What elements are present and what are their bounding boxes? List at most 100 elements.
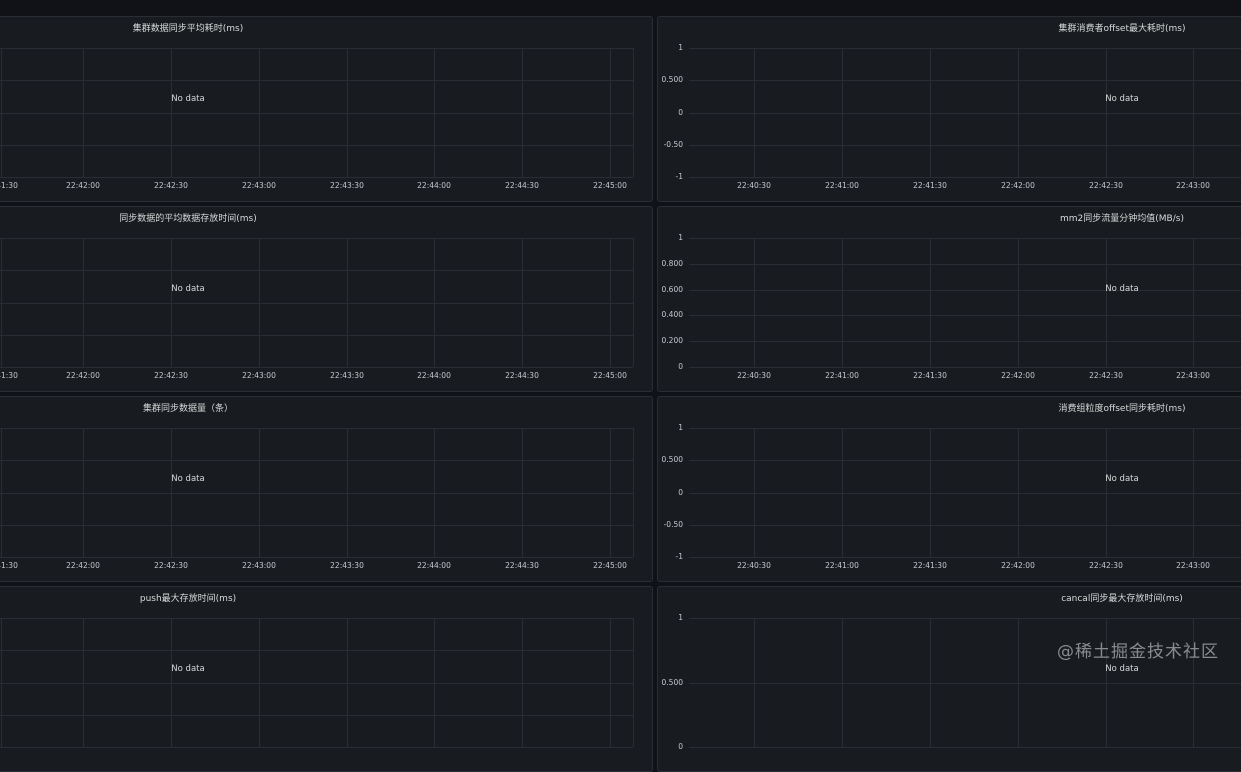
x-axis-tick-label: 22:41:30 (0, 371, 18, 380)
grid-line-horizontal (0, 715, 633, 716)
x-axis-tick-label: 22:41:00 (825, 561, 859, 570)
y-axis-tick-label: 0.500 (661, 75, 683, 85)
y-axis-tick-label: 0.400 (661, 310, 683, 320)
x-axis-tick-label: 22:40:30 (737, 181, 771, 190)
grid-line-vertical (633, 238, 634, 367)
x-axis-tick-label: 22:42:30 (1089, 561, 1123, 570)
grid-line-horizontal (689, 238, 1241, 239)
grid-line-vertical (259, 48, 260, 177)
y-axis-tick-label: 1 (678, 613, 683, 622)
x-axis-tick-label: 22:44:30 (505, 561, 539, 570)
x-axis-tick-label: 22:41:30 (913, 371, 947, 380)
x-axis-tick-label: 22:43:00 (1176, 561, 1210, 570)
panel-title[interactable]: 集群消费者offset最大耗时(ms) (1059, 21, 1186, 34)
grid-line-horizontal (689, 315, 1241, 317)
x-axis-tick-label: 22:41:30 (913, 561, 947, 570)
y-axis-tick-label: 0.800 (661, 258, 683, 268)
x-axis-tick-label: 22:43:00 (242, 181, 276, 190)
panel-title[interactable]: 同步数据的平均数据存放时间(ms) (119, 211, 256, 224)
grid-line-horizontal (689, 557, 1241, 558)
x-axis-tick-label: 22:41:30 (0, 561, 18, 570)
chart-panel[interactable]: 消费组粒度offset同步耗时(ms) 1 0.500 0 -0.50 -1 22:40:3… (657, 396, 1241, 582)
grid-line-vertical (522, 428, 523, 557)
x-axis-tick-label: 22:44:00 (417, 371, 451, 380)
no-data-message: No data (171, 284, 205, 294)
x-axis-tick-label: 22:42:00 (66, 371, 100, 380)
panel-title[interactable]: push最大存放时间(ms) (140, 591, 236, 604)
x-axis-tick-label: 22:42:30 (1089, 181, 1123, 190)
panel-title[interactable]: 消费组粒度offset同步耗时(ms) (1059, 401, 1186, 414)
y-axis-tick-label: 1 (678, 233, 683, 242)
panel-title[interactable]: 集群数据同步平均耗时(ms) (133, 21, 243, 34)
x-axis-tick-label: 22:42:30 (1089, 371, 1123, 380)
x-axis-tick-label: 22:44:30 (505, 371, 539, 380)
y-axis-tick-label: -1 (675, 552, 683, 561)
grid-line-vertical (754, 618, 755, 747)
x-axis-tick-label: 22:43:30 (330, 561, 364, 570)
x-axis-tick-label: 22:44:00 (417, 561, 451, 570)
grid-line-vertical (347, 618, 348, 747)
x-axis-tick-label: 22:45:00 (593, 181, 627, 190)
y-axis-tick-label: 0 (678, 487, 683, 497)
chart-panel[interactable]: push最大存放时间(ms) No data (0, 586, 653, 772)
grid-line-vertical (171, 48, 172, 177)
grid-line-horizontal (0, 493, 633, 494)
x-axis-tick-label: 22:40:30 (737, 371, 771, 380)
x-axis-tick-label: 22:41:00 (825, 371, 859, 380)
chart-panel[interactable]: cancal同步最大存放时间(ms) 1 0.500 0 No data (657, 586, 1241, 772)
x-axis-tick-label: 22:45:00 (593, 561, 627, 570)
no-data-message: No data (171, 474, 205, 484)
panel-title[interactable]: mm2同步流量分钟均值(MB/s) (1060, 211, 1184, 224)
grid-line-horizontal (689, 618, 1241, 619)
y-axis-tick-label: 0.500 (661, 677, 683, 687)
x-axis-tick-label: 22:41:00 (825, 181, 859, 190)
grid-line-horizontal (689, 177, 1241, 178)
grid-line-horizontal (689, 80, 1241, 82)
grid-line-horizontal (689, 428, 1241, 429)
x-axis-tick-label: 22:43:00 (1176, 371, 1210, 380)
chart-panel[interactable]: mm2同步流量分钟均值(MB/s) 1 0.800 0.600 0.400 0.200 0 2… (657, 206, 1241, 392)
grid-line-horizontal (689, 460, 1241, 462)
y-axis-tick-label: 0.500 (661, 455, 683, 465)
chart-panel[interactable]: 集群消费者offset最大耗时(ms) 1 0.500 0 -0.50 -1 22:40:3… (657, 16, 1241, 202)
grid-line-horizontal (0, 303, 633, 304)
x-axis-tick-label: 22:42:00 (1001, 561, 1035, 570)
grid-line-vertical (171, 238, 172, 367)
grid-line-vertical (1, 238, 2, 367)
grid-line-horizontal (0, 48, 633, 49)
grid-line-horizontal (0, 460, 633, 461)
grid-line-vertical (434, 618, 435, 747)
chart-panel[interactable]: 集群数据同步平均耗时(ms) 22:41:30 22:42:00 22:42:30 22… (0, 16, 653, 202)
grid-line-vertical (83, 618, 84, 747)
grid-line-vertical (1193, 238, 1194, 367)
grid-line-vertical (83, 238, 84, 367)
grid-line-horizontal (0, 367, 633, 368)
grid-line-vertical (347, 48, 348, 177)
grid-line-vertical (842, 238, 843, 367)
grid-line-horizontal (0, 238, 633, 239)
grid-line-horizontal (0, 557, 633, 558)
y-axis-tick-label: 1 (678, 423, 683, 432)
chart-panel[interactable]: 集群同步数据量（条） 22:41:30 22:42:00 22:42:30 22:43:… (0, 396, 653, 582)
grid-line-vertical (633, 48, 634, 177)
panel-title[interactable]: cancal同步最大存放时间(ms) (1061, 591, 1183, 604)
grid-line-vertical (754, 428, 755, 557)
panel-title[interactable]: 集群同步数据量（条） (143, 401, 233, 414)
grid-line-vertical (434, 48, 435, 177)
x-axis-tick-label: 22:42:00 (66, 561, 100, 570)
x-axis-tick-label: 22:42:30 (154, 181, 188, 190)
grid-line-vertical (1018, 618, 1019, 747)
grid-line-vertical (1018, 238, 1019, 367)
x-axis-tick-label: 22:43:30 (330, 181, 364, 190)
chart-panel[interactable]: 同步数据的平均数据存放时间(ms) 22:41:30 22:42:00 22:42:3… (0, 206, 653, 392)
grid-line-horizontal (0, 747, 633, 748)
no-data-message: No data (1105, 94, 1139, 104)
grid-line-horizontal (0, 80, 633, 81)
grid-line-vertical (930, 618, 931, 747)
no-data-message: No data (1105, 664, 1139, 674)
grid-line-vertical (434, 428, 435, 557)
y-axis-tick-label: -1 (675, 172, 683, 181)
x-axis-tick-label: 22:43:00 (242, 371, 276, 380)
y-axis-tick-label: 0.600 (661, 284, 683, 294)
y-axis-tick-label: 0 (678, 107, 683, 117)
